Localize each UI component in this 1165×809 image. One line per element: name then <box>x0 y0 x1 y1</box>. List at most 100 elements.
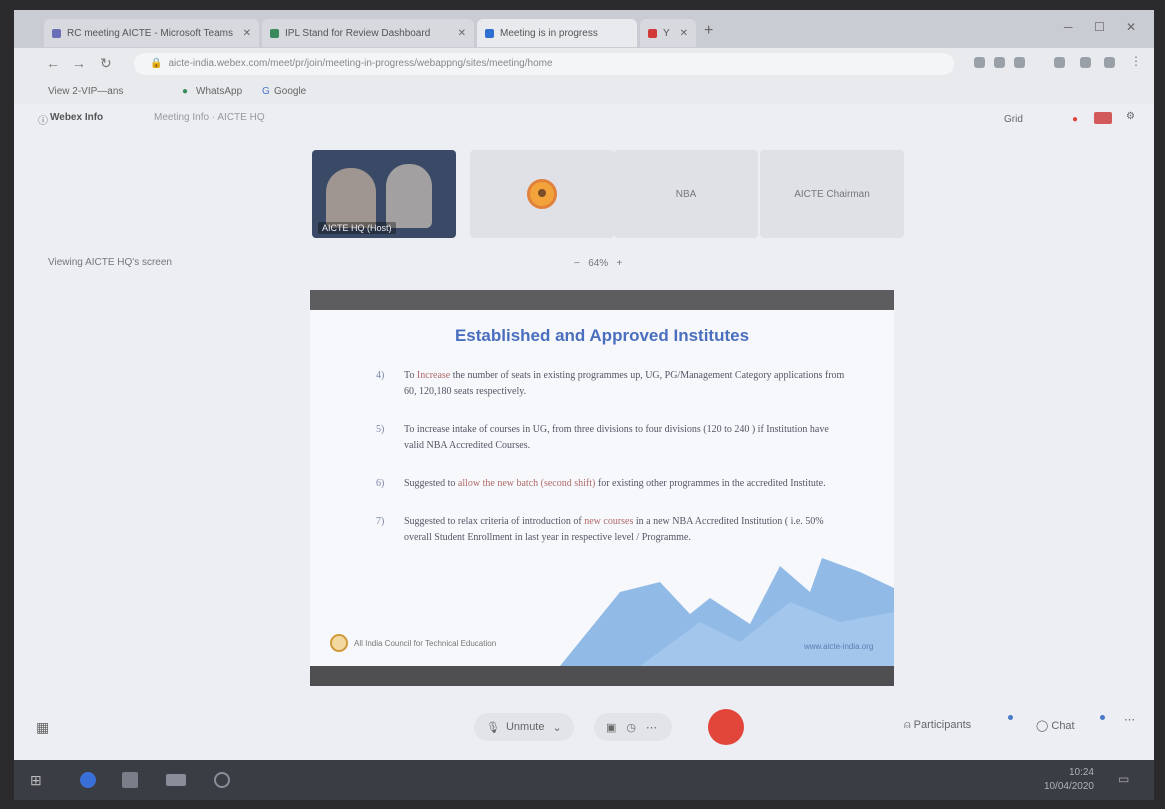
chevron-down-icon[interactable]: ⌄ <box>553 721 562 734</box>
unmute-label: Unmute <box>505 721 545 733</box>
meeting-header: ⓘ Webex Info Meeting Info · AICTE HQ Gri… <box>14 104 1154 132</box>
share-icon[interactable]: ◷ <box>626 721 636 734</box>
minimize-icon[interactable]: ─ <box>1064 20 1073 34</box>
aicte-seal-icon <box>330 634 348 652</box>
list-item: 6) Suggested to allow the new batch (sec… <box>376 476 846 492</box>
chat-badge <box>1100 715 1105 720</box>
new-tab-button[interactable]: + <box>704 22 713 40</box>
system-clock[interactable]: 10:24 10/04/2020 <box>1044 766 1094 794</box>
slide-footer-url: www.aicte-india.org <box>804 642 874 651</box>
tab-label: Meeting is in progress <box>500 27 598 39</box>
tab-label: RC meeting AICTE - Microsoft Teams <box>67 27 233 39</box>
slide-header-bar <box>310 290 894 310</box>
zoom-in-button[interactable]: + <box>617 258 623 269</box>
tab-label: Y <box>663 27 670 39</box>
chat-label: Chat <box>1051 720 1075 732</box>
bookmark-item[interactable]: WhatsApp <box>196 86 242 97</box>
slide-points-list: 4) To Increase the number of seats in ex… <box>376 368 846 568</box>
aicte-logo: All India Council for Technical Educatio… <box>330 634 496 652</box>
participant-name: NBA <box>675 188 697 200</box>
shared-screen-slide: Established and Approved Institutes 4) T… <box>310 290 894 686</box>
participants-button[interactable]: ⍝ Participants <box>904 719 971 732</box>
more-icon[interactable]: ⋯ <box>1124 713 1135 726</box>
zoom-out-button[interactable]: − <box>574 258 580 269</box>
url-text: aicte-india.webex.com/meet/pr/join/meeti… <box>168 58 553 69</box>
clock-time: 10:24 <box>1068 767 1094 778</box>
point-text: Suggested to allow the new batch (second… <box>404 478 826 489</box>
address-bar: ← → ↻ 🔒 aicte-india.webex.com/meet/pr/joi… <box>14 48 1154 80</box>
close-icon[interactable]: ✕ <box>674 28 688 39</box>
viewing-status: Viewing AICTE HQ's screen <box>48 257 172 268</box>
participant-tile-chairman[interactable]: AICTE Chairman <box>760 150 904 238</box>
participant-figure <box>326 168 376 228</box>
point-text: To Increase the number of seats in exist… <box>404 370 845 397</box>
grid-layout-icon[interactable]: ▦ <box>36 719 49 736</box>
notification-icon[interactable]: ▭ <box>1118 772 1134 788</box>
meeting-subtitle: Meeting Info · AICTE HQ <box>154 112 265 123</box>
maximize-icon[interactable]: ☐ <box>1094 20 1105 34</box>
participants-badge <box>1008 715 1013 720</box>
close-window-icon[interactable]: ✕ <box>1126 20 1136 34</box>
end-call-button[interactable] <box>708 709 744 745</box>
close-icon[interactable]: ✕ <box>237 28 251 39</box>
bookmark-item[interactable]: View 2-VIP—ans <box>48 86 123 97</box>
tab-1[interactable]: RC meeting AICTE - Microsoft Teams ✕ <box>44 19 259 47</box>
extension-icon[interactable] <box>994 57 1005 68</box>
point-number: 6) <box>376 478 385 489</box>
camera-icon[interactable]: ▣ <box>606 721 616 734</box>
unmute-button[interactable]: 🎙 Unmute ⌄ <box>474 713 574 741</box>
profile-icon[interactable] <box>1104 57 1115 68</box>
slide-footer-bar <box>310 666 894 686</box>
list-item: 4) To Increase the number of seats in ex… <box>376 368 846 400</box>
app-icon[interactable] <box>166 774 186 786</box>
participants-label: Participants <box>913 719 972 731</box>
tab-3[interactable]: Meeting is in progress <box>477 19 637 47</box>
meeting-title[interactable]: Webex Info <box>50 112 103 123</box>
point-number: 5) <box>376 424 385 435</box>
slide-title: Established and Approved Institutes <box>454 326 750 345</box>
tab-4[interactable]: Y ✕ <box>640 19 696 47</box>
tab-2[interactable]: IPL Stand for Review Dashboard ✕ <box>262 19 474 47</box>
avatar <box>527 179 557 209</box>
bookmark-item[interactable]: Google <box>274 86 306 97</box>
menu-kebab-icon[interactable]: ⋮ <box>1130 54 1142 68</box>
participant-tile-avatar[interactable] <box>470 150 614 238</box>
file-explorer-icon[interactable] <box>122 772 138 788</box>
zoom-level: 64% <box>588 258 609 269</box>
extension-icon[interactable] <box>974 57 985 68</box>
meeting-controls: ▦ 🎙 Unmute ⌄ ▣ ◷ ⋯ ⍝ Participants ◯ Chat… <box>14 705 1154 749</box>
os-taskbar: ⊞ 10:24 10/04/2020 ▭ <box>14 760 1154 800</box>
url-input[interactable]: 🔒 aicte-india.webex.com/meet/pr/join/meet… <box>134 53 954 75</box>
windows-start-icon[interactable]: ⊞ <box>30 772 46 788</box>
clock-date: 10/04/2020 <box>1043 781 1094 792</box>
webex-icon <box>485 28 494 38</box>
layout-view-label[interactable]: Grid <box>1004 114 1023 125</box>
bookmark-star-icon[interactable] <box>1054 57 1065 68</box>
microphone-icon: 🎙 <box>486 721 500 734</box>
close-icon[interactable]: ✕ <box>452 28 466 39</box>
chat-button[interactable]: ◯ Chat <box>1036 719 1075 732</box>
tab-label: IPL Stand for Review Dashboard <box>285 27 431 39</box>
lock-icon: 🔒 <box>150 58 163 69</box>
list-item: 5) To increase intake of courses in UG, … <box>376 422 846 454</box>
info-icon[interactable]: ⓘ <box>38 112 48 127</box>
bookmarks-bar: View 2-VIP—ans ● WhatsApp G Google <box>14 80 1154 104</box>
chat-bubble-icon: ◯ <box>1036 720 1049 732</box>
chrome-icon[interactable] <box>80 772 96 788</box>
settings-gear-icon[interactable]: ⚙ <box>1126 111 1135 122</box>
google-icon: G <box>262 86 270 97</box>
more-options-icon[interactable]: ⋯ <box>646 721 657 734</box>
cast-icon[interactable] <box>1080 57 1091 68</box>
extension-icon[interactable] <box>1014 57 1025 68</box>
reload-icon[interactable]: ↻ <box>100 55 112 72</box>
forward-icon[interactable]: → <box>72 55 86 71</box>
browser-tab-bar: RC meeting AICTE - Microsoft Teams ✕ IPL… <box>14 10 1154 48</box>
back-icon[interactable]: ← <box>46 55 60 71</box>
participant-name: AICTE HQ (Host) <box>318 222 396 234</box>
participant-tile-video[interactable]: AICTE HQ (Host) <box>312 150 456 238</box>
settings-icon[interactable] <box>214 772 230 788</box>
participant-figure <box>386 164 432 228</box>
participant-tile-nba[interactable]: NBA <box>614 150 758 238</box>
layout-icon[interactable] <box>1094 112 1112 124</box>
logo-text: All India Council for Technical Educatio… <box>354 638 497 648</box>
